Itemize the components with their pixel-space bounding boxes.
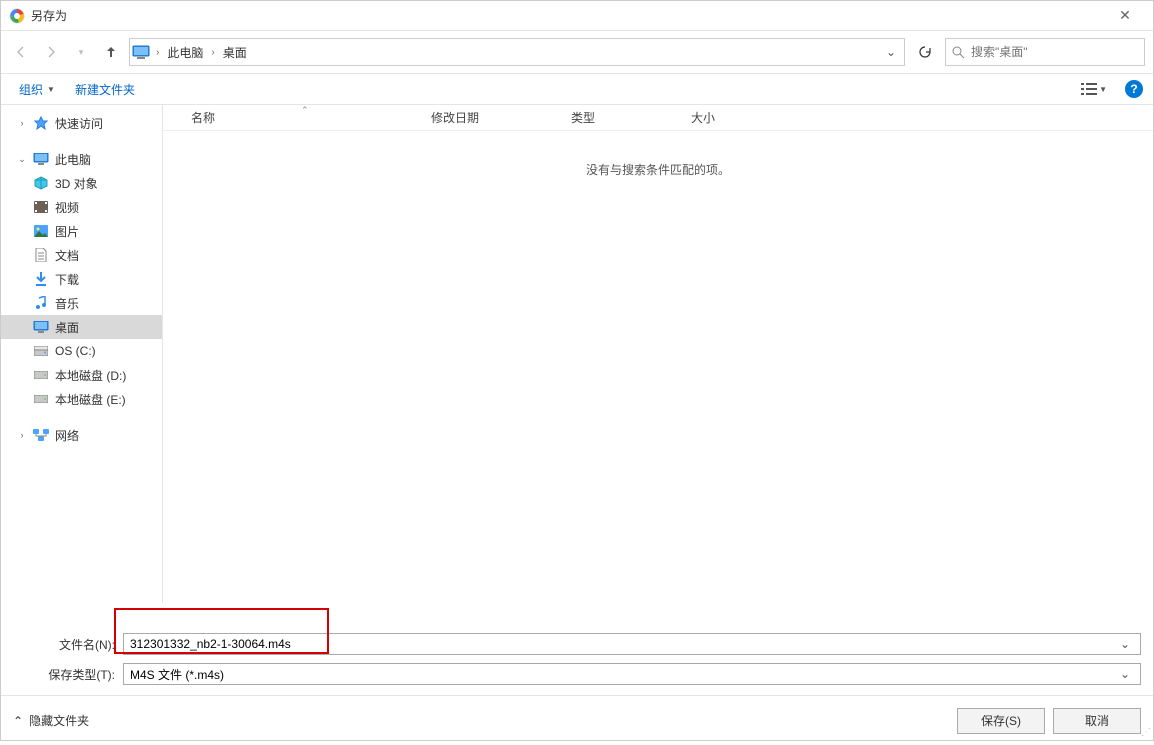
video-icon [33, 199, 49, 215]
up-button[interactable] [99, 40, 123, 64]
sidebar: › 快速访问 ⌄ 此电脑 3D 对象 视频 图片 文档 下载 音乐 桌面 OS … [1, 105, 163, 603]
sidebar-item-desktop[interactable]: 桌面 [1, 315, 162, 339]
close-button[interactable]: ✕ [1105, 7, 1145, 24]
sidebar-item-drive-e[interactable]: 本地磁盘 (E:) [1, 387, 162, 411]
filetype-select[interactable]: M4S 文件 (*.m4s) ⌄ [123, 663, 1141, 685]
sidebar-this-pc[interactable]: ⌄ 此电脑 [1, 147, 162, 171]
sidebar-item-videos[interactable]: 视频 [1, 195, 162, 219]
breadcrumb-path[interactable]: 桌面 [221, 44, 249, 61]
back-button[interactable] [9, 40, 33, 64]
refresh-button[interactable] [911, 38, 939, 66]
filetype-dropdown[interactable]: ⌄ [1116, 667, 1134, 681]
help-button[interactable]: ? [1125, 80, 1143, 98]
breadcrumb-sep: › [209, 47, 216, 58]
expand-icon: ⌄ [17, 154, 27, 165]
file-list-area: 名称 修改日期 类型 大小 没有与搜索条件匹配的项。 [163, 105, 1153, 603]
drive-icon [33, 367, 49, 383]
forward-button[interactable] [39, 40, 63, 64]
sidebar-item-downloads[interactable]: 下载 [1, 267, 162, 291]
empty-message: 没有与搜索条件匹配的项。 [163, 161, 1153, 178]
save-button[interactable]: 保存(S) [957, 708, 1045, 734]
sidebar-item-label: 快速访问 [55, 115, 103, 132]
organize-label: 组织 [19, 81, 43, 98]
filename-label: 文件名(N): [13, 636, 123, 653]
recent-dropdown[interactable]: ▾ [69, 40, 93, 64]
filename-input-wrap[interactable]: ⌄ [123, 633, 1141, 655]
sidebar-item-music[interactable]: 音乐 [1, 291, 162, 315]
filename-input[interactable] [130, 637, 1116, 651]
breadcrumb-root[interactable]: 此电脑 [165, 44, 205, 61]
sidebar-item-drive-c[interactable]: OS (C:) [1, 339, 162, 363]
sidebar-item-label: 文档 [55, 247, 79, 264]
sidebar-item-label: 本地磁盘 (E:) [55, 391, 126, 408]
filetype-label: 保存类型(T): [13, 666, 123, 683]
breadcrumb-sep: › [154, 47, 161, 58]
cancel-button[interactable]: 取消 [1053, 708, 1141, 734]
address-bar[interactable]: › 此电脑 › 桌面 ⌄ [129, 38, 905, 66]
new-folder-button[interactable]: 新建文件夹 [67, 77, 143, 102]
sidebar-item-label: OS (C:) [55, 344, 96, 358]
filename-dropdown[interactable]: ⌄ [1116, 637, 1134, 651]
sidebar-quick-access[interactable]: › 快速访问 [1, 111, 162, 135]
organize-menu[interactable]: 组织 ▼ [11, 77, 63, 102]
column-headers: 名称 修改日期 类型 大小 [163, 105, 1153, 131]
sidebar-item-label: 图片 [55, 223, 79, 240]
cube-icon [33, 175, 49, 191]
sidebar-item-label: 视频 [55, 199, 79, 216]
drive-icon [33, 391, 49, 407]
sort-indicator-icon: ⌃ [301, 105, 309, 116]
sidebar-item-label: 此电脑 [55, 151, 91, 168]
sidebar-item-label: 本地磁盘 (D:) [55, 367, 126, 384]
search-input[interactable] [971, 45, 1138, 59]
chevron-up-icon: ⌃ [13, 714, 23, 728]
sidebar-item-documents[interactable]: 文档 [1, 243, 162, 267]
view-options[interactable]: ▼ [1077, 78, 1111, 100]
navbar: ▾ › 此电脑 › 桌面 ⌄ [1, 31, 1153, 73]
resize-grip[interactable]: ⋰ [1141, 727, 1151, 738]
new-folder-label: 新建文件夹 [75, 81, 135, 98]
pc-icon [33, 151, 49, 167]
column-type[interactable]: 类型 [559, 109, 679, 126]
drive-icon [33, 343, 49, 359]
sidebar-item-label: 下载 [55, 271, 79, 288]
expand-icon: › [17, 430, 27, 440]
column-size[interactable]: 大小 [679, 109, 759, 126]
sidebar-item-3d[interactable]: 3D 对象 [1, 171, 162, 195]
hide-folders-toggle[interactable]: ⌃ 隐藏文件夹 [13, 712, 89, 729]
address-dropdown[interactable]: ⌄ [880, 45, 902, 59]
toolbar: 组织 ▼ 新建文件夹 ▼ ? [1, 73, 1153, 105]
titlebar: 另存为 ✕ [1, 1, 1153, 31]
sidebar-item-label: 音乐 [55, 295, 79, 312]
music-icon [33, 295, 49, 311]
footer: ⌃ 隐藏文件夹 保存(S) 取消 [1, 695, 1153, 745]
search-box[interactable] [945, 38, 1145, 66]
picture-icon [33, 223, 49, 239]
filetype-value: M4S 文件 (*.m4s) [130, 666, 1116, 683]
sidebar-item-label: 3D 对象 [55, 175, 98, 192]
chevron-down-icon: ▼ [47, 85, 55, 94]
sidebar-network[interactable]: › 网络 [1, 423, 162, 447]
window-title: 另存为 [31, 7, 1105, 24]
network-icon [33, 427, 49, 443]
sidebar-item-pictures[interactable]: 图片 [1, 219, 162, 243]
document-icon [33, 247, 49, 263]
download-icon [33, 271, 49, 287]
desktop-icon [33, 319, 49, 335]
bottom-fields: 文件名(N): ⌄ 保存类型(T): M4S 文件 (*.m4s) ⌄ [1, 603, 1153, 685]
sidebar-item-label: 网络 [55, 427, 79, 444]
expand-icon: › [17, 118, 27, 128]
search-icon [952, 46, 965, 59]
column-date[interactable]: 修改日期 [419, 109, 559, 126]
column-name[interactable]: 名称 [163, 109, 419, 126]
pc-icon [132, 45, 150, 59]
sidebar-item-drive-d[interactable]: 本地磁盘 (D:) [1, 363, 162, 387]
sidebar-item-label: 桌面 [55, 319, 79, 336]
hide-folders-label: 隐藏文件夹 [29, 712, 89, 729]
star-icon [33, 115, 49, 131]
app-icon [9, 8, 25, 24]
